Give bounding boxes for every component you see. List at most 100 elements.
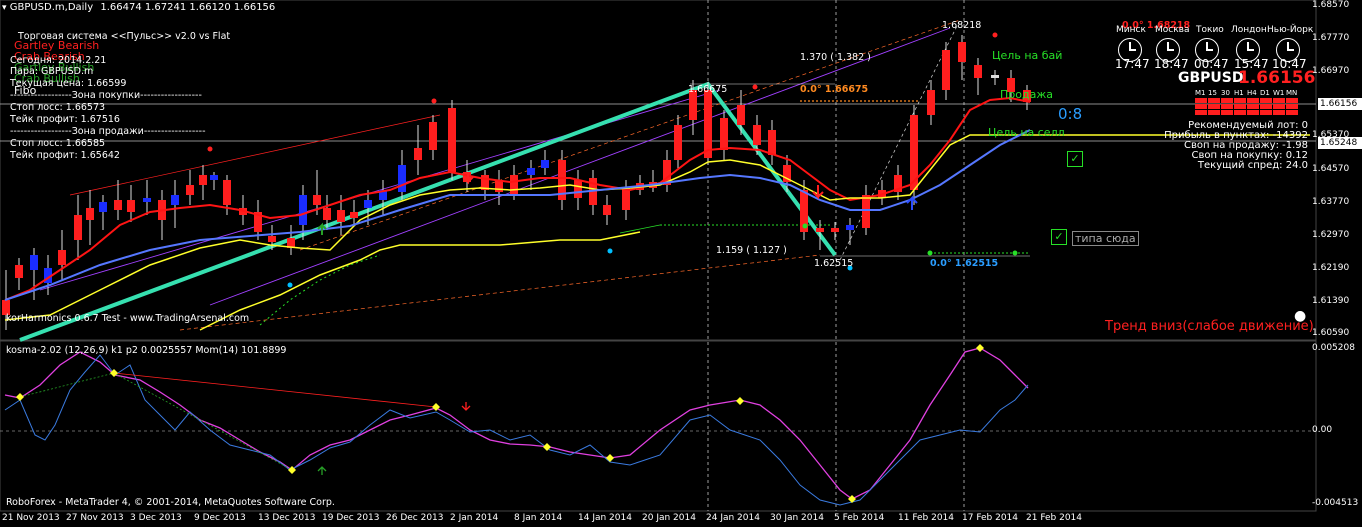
- candle-body: [816, 228, 824, 232]
- date-tick: 17 Feb 2014: [962, 513, 1019, 523]
- metatrader-window: ▾ GBPUSD.m,Daily 1.66474 1.67241 1.66120…: [0, 0, 1362, 527]
- candle-body: [862, 195, 870, 228]
- indicator-tick: 0.00: [1312, 425, 1333, 435]
- trend-cell: [1273, 110, 1285, 115]
- date-tick: 5 Feb 2014: [834, 513, 885, 523]
- trend-cell: [1286, 110, 1298, 115]
- timeframe-label: H1: [1234, 89, 1244, 97]
- candle-body: [704, 90, 712, 158]
- symbol-price: 1.66156: [1238, 68, 1316, 88]
- price-tick: 1.60590: [1312, 328, 1350, 338]
- info-spread: Текущий спред: 24.0: [1197, 160, 1308, 171]
- trend-cell: [1286, 104, 1298, 109]
- candle-body: [831, 228, 839, 232]
- candle-body: [737, 105, 745, 125]
- date-tick: 26 Dec 2013: [386, 513, 444, 523]
- candle-body: [622, 188, 630, 210]
- symbol-timeframe: GBPUSD.m,Daily: [9, 2, 94, 13]
- date-tick: 21 Feb 2014: [1026, 513, 1083, 523]
- fib-low-ratio: 1.159 ( 1.127 ): [716, 245, 787, 256]
- price-tick: 1.62970: [1312, 230, 1350, 240]
- trend-cell: [1286, 98, 1298, 103]
- candle-body: [171, 195, 179, 205]
- time-moscow: 18:47: [1154, 57, 1189, 71]
- candle-body: [720, 118, 728, 150]
- line-price-marker: 1.65248: [1318, 137, 1362, 149]
- candle-body: [574, 180, 582, 198]
- candle-body: [268, 236, 276, 242]
- tip-label: типа сюда: [1072, 231, 1139, 246]
- date-tick: 14 Jan 2014: [578, 513, 632, 523]
- buy-take-profit: Тейк профит: 1.67516: [10, 114, 120, 125]
- candle-body: [30, 255, 38, 270]
- trend-cell: [1234, 98, 1246, 103]
- date-tick: 20 Jan 2014: [642, 513, 696, 523]
- ohlc-values: 1.66474 1.67241 1.66120 1.66156: [100, 2, 276, 13]
- trend-cell: [1247, 98, 1259, 103]
- chart-menu-icon[interactable]: ▾: [2, 3, 7, 13]
- timeframe-label: M1: [1195, 89, 1206, 97]
- price-tick: 1.67770: [1312, 33, 1350, 43]
- trend-cell: [1234, 110, 1246, 115]
- candle-body: [674, 125, 682, 160]
- time-minsk: 17:47: [1115, 57, 1150, 71]
- candle-body: [942, 50, 950, 90]
- trend-cell: [1221, 104, 1233, 109]
- candle-body: [15, 265, 23, 278]
- current-price: Текущая цена: 1.66599: [10, 78, 127, 89]
- candle-body: [299, 195, 307, 225]
- candle-body: [323, 208, 331, 220]
- candle-body: [398, 165, 406, 192]
- trend-cell: [1234, 104, 1246, 109]
- current-price-marker: 1.66156: [1318, 98, 1362, 110]
- candle-body: [846, 225, 854, 230]
- trend-cell: [1195, 98, 1207, 103]
- trend-cell: [1273, 98, 1285, 103]
- chart-header: ▾ GBPUSD.m,Daily 1.66474 1.67241 1.66120…: [2, 2, 275, 13]
- city-tokyo: Токио: [1196, 25, 1224, 35]
- trend-cell: [1260, 104, 1272, 109]
- candle-body: [364, 200, 372, 208]
- candle-body: [199, 175, 207, 185]
- today-date: Сегодня: 2014.2.21: [10, 55, 107, 66]
- trend-cell: [1208, 104, 1220, 109]
- date-tick: 24 Jan 2014: [706, 513, 760, 523]
- trend-cell: [1260, 110, 1272, 115]
- candle-body: [429, 122, 437, 150]
- date-tick: 30 Jan 2014: [770, 513, 824, 523]
- candle-body: [991, 75, 999, 78]
- date-tick: 8 Jan 2014: [514, 513, 563, 523]
- candle-body: [186, 185, 194, 195]
- timeframe-labels: M1 15 30 H1 H4 D1 W1 MN: [1195, 89, 1299, 97]
- symbol-name: GBPUSD: [1178, 70, 1244, 86]
- indicator-tick: -0.004513: [1312, 498, 1359, 508]
- fib-mid: 1.370 ( 1.382 ): [800, 52, 871, 63]
- candle-body: [99, 202, 107, 212]
- trend-cell: [1273, 104, 1285, 109]
- candle-body: [527, 168, 535, 175]
- bomb-icon: ●: [1294, 308, 1307, 324]
- candle-body: [603, 205, 611, 215]
- candle-body: [143, 198, 151, 202]
- score-label: 0:8: [1058, 105, 1083, 123]
- date-tick: 13 Dec 2013: [258, 513, 316, 523]
- trend-label: Тренд вниз(слабое движение): [1105, 319, 1314, 334]
- candle-body: [337, 210, 345, 222]
- date-tick: 9 Dec 2013: [194, 513, 246, 523]
- trend-cell: [1247, 110, 1259, 115]
- candle-body: [313, 195, 321, 205]
- date-tick: 19 Dec 2013: [322, 513, 380, 523]
- check-icon: ✓: [1067, 151, 1083, 167]
- trend-cell: [1260, 98, 1272, 103]
- candle-body: [541, 160, 549, 168]
- fib-top: 1.68218: [942, 20, 982, 31]
- fib-left-top: 1.66675: [688, 84, 728, 95]
- price-tick: 1.66970: [1312, 66, 1350, 76]
- harmonics-watermark: korHarmonics 0.6.7 Test - www.TradingArs…: [6, 313, 250, 324]
- city-minsk: Минск: [1116, 25, 1146, 35]
- timeframe-label: W1: [1273, 89, 1285, 97]
- candle-body: [127, 200, 135, 212]
- city-moscow: Москва: [1155, 25, 1190, 35]
- indicator-tick: 0.005208: [1312, 343, 1355, 353]
- chart-canvas[interactable]: [0, 0, 1362, 527]
